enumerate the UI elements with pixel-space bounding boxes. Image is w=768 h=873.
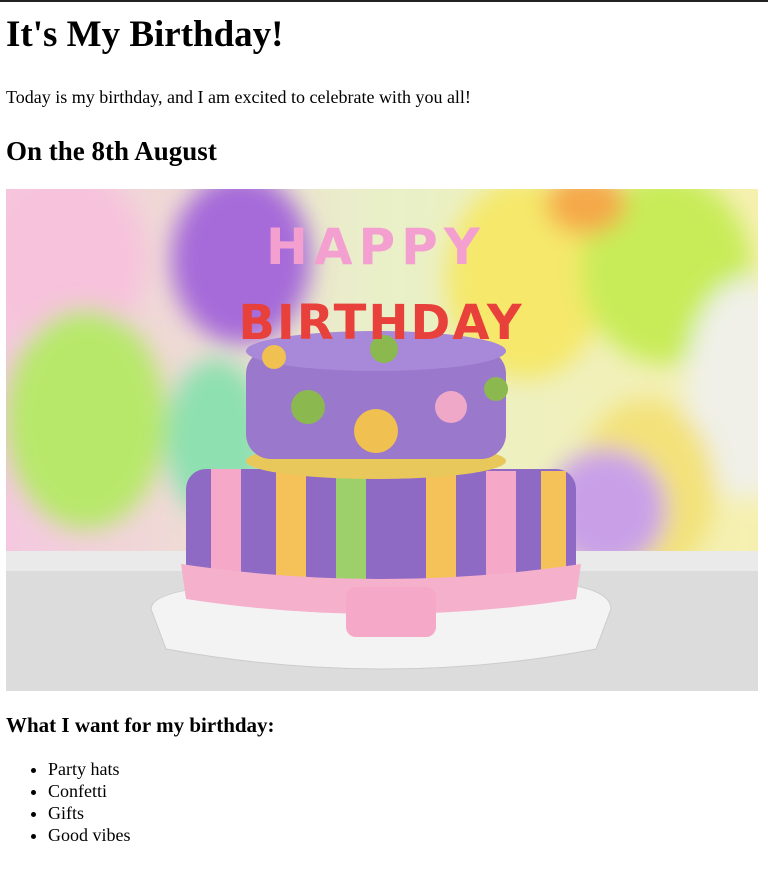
page-title: It's My Birthday! (6, 14, 284, 55)
wishlist: Party hats Confetti Gifts Good vibes (6, 758, 762, 846)
intro-text: Today is my birthday, and I am excited t… (6, 87, 471, 107)
candles-happy: HAPPY (266, 218, 486, 276)
list-item: Confetti (48, 780, 762, 802)
candles-birthday: BIRTHDAY (238, 295, 523, 351)
birthday-cake-image: HAPPY BIRTHDAY (6, 189, 758, 691)
list-item: Gifts (48, 802, 762, 824)
list-item: Party hats (48, 758, 762, 780)
list-item: Good vibes (48, 824, 762, 846)
date-heading: On the 8th August (6, 136, 217, 166)
wishlist-heading: What I want for my birthday: (6, 713, 275, 737)
